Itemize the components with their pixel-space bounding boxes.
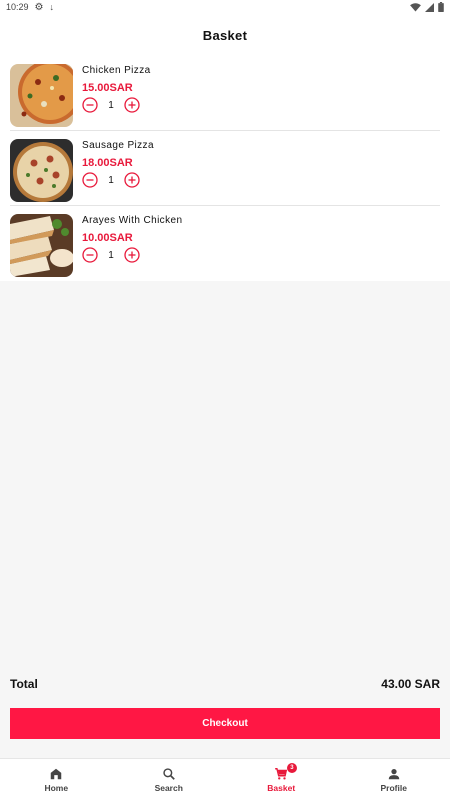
item-price: 18.00SAR bbox=[82, 157, 133, 169]
page-title: Basket bbox=[202, 27, 248, 43]
quantity-value: 1 bbox=[108, 174, 114, 186]
nav-item-home[interactable]: Home bbox=[0, 759, 113, 800]
minus-icon[interactable] bbox=[82, 247, 98, 263]
item-price: 10.00SAR bbox=[82, 232, 133, 244]
plus-icon[interactable] bbox=[124, 247, 140, 263]
total-label: Total bbox=[10, 677, 38, 691]
status-time: 10:29 bbox=[6, 2, 29, 12]
home-icon bbox=[51, 768, 62, 779]
app-bar: Basket bbox=[0, 14, 450, 56]
settings-icon: ⚙ bbox=[34, 1, 44, 13]
food-image bbox=[10, 64, 73, 127]
nav-label-basket: Basket bbox=[267, 782, 296, 793]
quantity-stepper: 1 bbox=[82, 247, 182, 263]
quantity-value: 1 bbox=[108, 249, 114, 261]
minus-icon[interactable] bbox=[82, 172, 98, 188]
download-icon: ↓ bbox=[49, 2, 55, 12]
food-image bbox=[10, 214, 73, 277]
signal-icon bbox=[425, 2, 434, 12]
basket-list: Chicken Pizza 15.00SAR 1 Sausage Pizza 1… bbox=[0, 56, 450, 281]
nav-label-search: Search bbox=[154, 782, 183, 793]
total-row: Total 43.00 SAR bbox=[10, 677, 440, 691]
quantity-value: 1 bbox=[108, 99, 114, 111]
basket-item[interactable]: Arayes With Chicken 10.00SAR 1 bbox=[0, 206, 450, 281]
item-name: Chicken Pizza bbox=[82, 65, 151, 76]
item-price: 15.00SAR bbox=[82, 82, 133, 94]
item-name: Arayes With Chicken bbox=[82, 215, 183, 226]
item-name: Sausage Pizza bbox=[82, 140, 154, 151]
plus-icon[interactable] bbox=[124, 97, 140, 113]
nav-item-search[interactable]: Search bbox=[113, 759, 226, 800]
bottom-nav: Home Search 3 Basket Profile bbox=[0, 758, 450, 800]
quantity-stepper: 1 bbox=[82, 172, 154, 188]
nav-item-profile[interactable]: Profile bbox=[338, 759, 450, 800]
minus-icon[interactable] bbox=[82, 97, 98, 113]
nav-label-home: Home bbox=[44, 782, 69, 793]
wifi-icon bbox=[410, 2, 421, 12]
plus-icon[interactable] bbox=[124, 172, 140, 188]
battery-icon bbox=[438, 2, 444, 12]
basket-item[interactable]: Sausage Pizza 18.00SAR 1 bbox=[0, 131, 450, 206]
total-value: 43.00 SAR bbox=[381, 677, 440, 691]
food-image bbox=[10, 139, 73, 202]
person-icon bbox=[388, 768, 399, 779]
search-icon bbox=[163, 767, 175, 780]
status-bar: 10:29 ⚙ ↓ bbox=[0, 0, 450, 14]
basket-item[interactable]: Chicken Pizza 15.00SAR 1 bbox=[0, 56, 450, 131]
cart-count-badge: 3 bbox=[286, 763, 297, 773]
quantity-stepper: 1 bbox=[82, 97, 151, 113]
nav-item-basket[interactable]: 3 Basket bbox=[225, 759, 338, 800]
nav-label-profile: Profile bbox=[380, 782, 407, 793]
checkout-button[interactable]: Checkout bbox=[10, 708, 440, 739]
